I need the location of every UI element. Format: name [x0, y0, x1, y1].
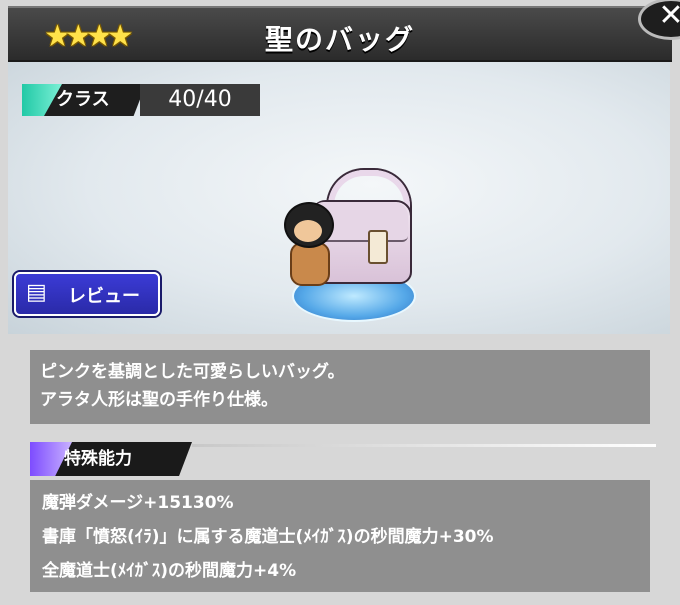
review-button-label: レビュー — [68, 286, 140, 307]
ability-item: 全魔道士(ﾒｲｶﾞｽ)の秒間魔力+4% — [42, 561, 297, 581]
class-value: 40/40 — [140, 84, 260, 116]
ability-item: 魔弾ダメージ+15130% — [42, 493, 234, 513]
ability-list: 魔弾ダメージ+15130% 書庫「憤怒(ｲﾗ)」に属する魔道士(ﾒｲｶﾞｽ)の秒… — [30, 480, 650, 592]
doll-face — [294, 220, 322, 242]
ability-header: 特殊能力 — [30, 442, 192, 476]
item-title: 聖のバッグ — [264, 23, 415, 56]
item-showcase: クラス 40/40 ▤ レビュー — [8, 62, 670, 334]
doll-body — [290, 242, 330, 286]
description-line: アラタ人形は聖の手作り仕様。 — [40, 390, 278, 410]
chat-icon: ▤ — [26, 280, 47, 305]
ability-divider — [192, 444, 656, 447]
item-description: ピンクを基調とした可愛らしいバッグ。 アラタ人形は聖の手作り仕様。 — [30, 350, 650, 424]
description-line: ピンクを基調とした可愛らしいバッグ。 — [40, 362, 345, 382]
bag-buckle — [368, 230, 388, 264]
review-button[interactable]: ▤ レビュー — [14, 272, 160, 316]
ability-item: 書庫「憤怒(ｲﾗ)」に属する魔道士(ﾒｲｶﾞｽ)の秒間魔力+30% — [42, 527, 494, 547]
item-header: ★ ★ ★ ★ 聖のバッグ ✕ — [8, 0, 680, 62]
class-label: クラス — [22, 84, 146, 116]
